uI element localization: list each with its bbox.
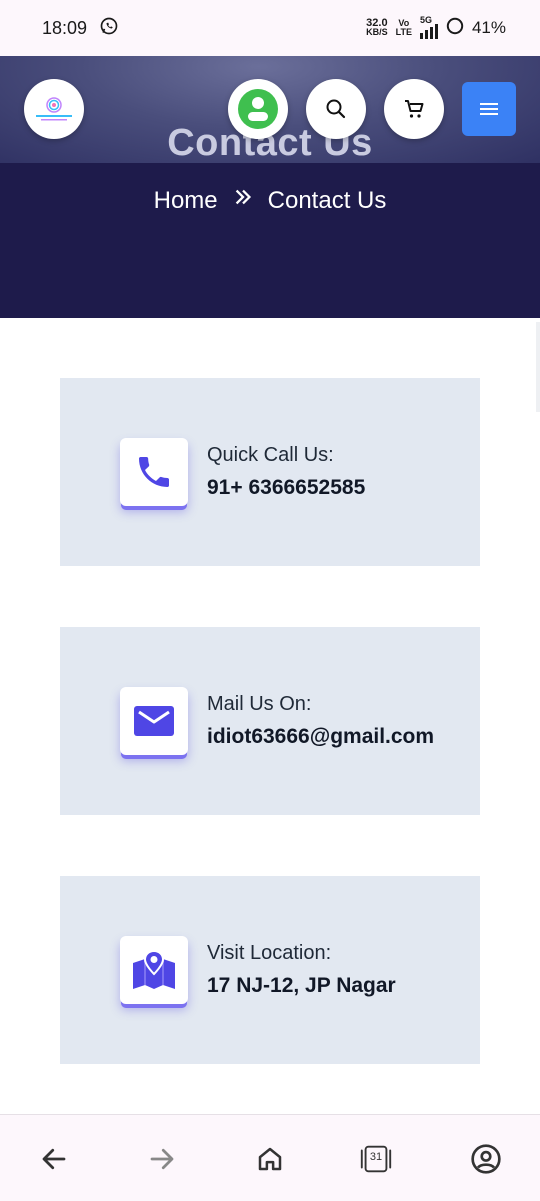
contact-label: Quick Call Us: (207, 444, 334, 466)
mail-icon (134, 706, 174, 736)
phone-icon-box[interactable] (120, 438, 188, 506)
status-bar: 18:09 32.0 KB/S Vo LTE 5G 41% (0, 0, 540, 56)
contact-label: Mail Us On: (207, 693, 312, 715)
scrollbar[interactable] (536, 322, 540, 412)
breadcrumb-current: Contact Us (267, 186, 387, 214)
arrow-left-icon (42, 1148, 66, 1170)
logo-icon (36, 97, 72, 121)
contact-card-mail: Mail Us On: idiot63666@gmail.com (60, 627, 480, 815)
search-button[interactable] (306, 79, 366, 139)
back-button[interactable] (36, 1141, 72, 1177)
home-button[interactable] (252, 1141, 288, 1177)
search-icon (326, 99, 346, 119)
breadcrumb-home[interactable]: Home (154, 187, 218, 215)
volte-indicator: Vo LTE (395, 18, 412, 37)
signal-icon: 5G (419, 16, 438, 39)
user-icon (238, 89, 278, 129)
phone-icon (139, 457, 169, 487)
arrow-right-icon (150, 1148, 174, 1170)
contact-card-location: Visit Location: 17 NJ-12, JP Nagar (60, 876, 480, 1064)
battery-ring-icon (446, 17, 464, 40)
whatsapp-icon (99, 16, 119, 41)
tabs-count: 31 (369, 1151, 383, 1163)
double-chevron-right-icon (232, 186, 254, 215)
site-logo[interactable] (24, 79, 84, 139)
account-circle-icon (471, 1144, 501, 1174)
battery-percent: 41% (471, 18, 506, 37)
forward-button[interactable] (144, 1141, 180, 1177)
cart-icon (405, 100, 424, 118)
map-icon (133, 949, 175, 989)
cart-button[interactable] (384, 79, 444, 139)
mail-icon-box[interactable] (120, 687, 188, 755)
contact-label: Visit Location: (207, 942, 332, 964)
tabs-button[interactable]: 31 (358, 1141, 394, 1177)
browser-navbar: 31 (0, 1114, 540, 1201)
contact-card-phone: Quick Call Us: 91+ 6366652585 (60, 378, 480, 566)
contact-value[interactable]: 17 NJ-12, JP Nagar (207, 974, 396, 998)
hamburger-icon (480, 103, 498, 115)
home-icon (258, 1147, 282, 1171)
data-speed: 32.0 KB/S (366, 17, 388, 37)
profile-button[interactable] (228, 79, 288, 139)
map-icon-box[interactable] (120, 936, 188, 1004)
breadcrumb: Home Contact Us (0, 186, 540, 215)
status-time: 18:09 (42, 17, 88, 38)
contact-value[interactable]: 91+ 6366652585 (207, 476, 365, 500)
contact-value[interactable]: idiot63666@gmail.com (207, 725, 434, 749)
menu-button[interactable] (462, 82, 516, 136)
account-button[interactable] (468, 1141, 504, 1177)
